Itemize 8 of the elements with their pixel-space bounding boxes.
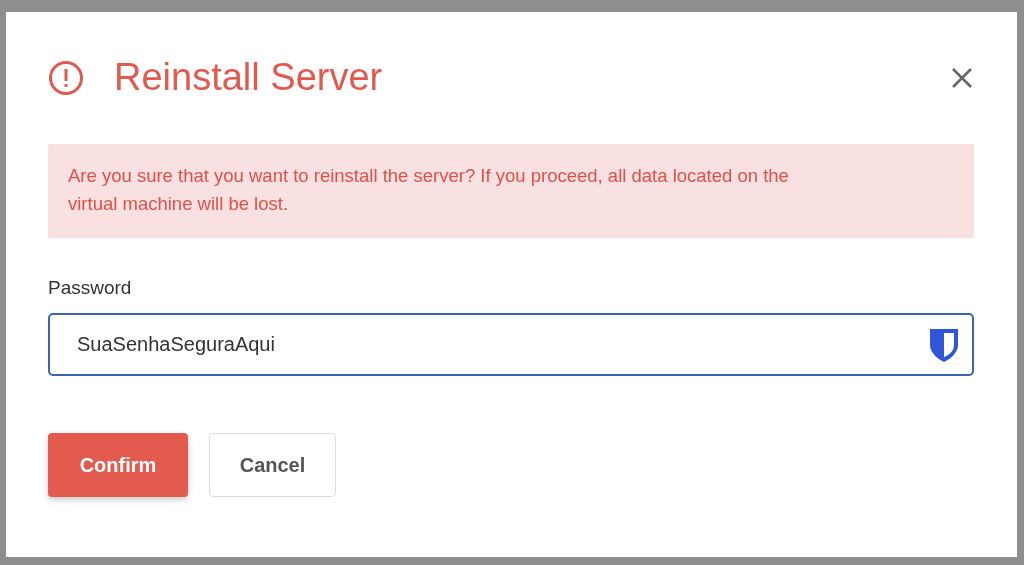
password-field[interactable]: SuaSenhaSeguraAqui (48, 312, 974, 376)
password-label: Password (48, 276, 133, 300)
modal-title: Reinstall Server (114, 55, 383, 101)
cancel-button[interactable]: Cancel (209, 432, 336, 497)
confirm-button[interactable]: Confirm (48, 432, 188, 497)
warning-alert: Are you sure that you want to reinstall the server? If you proceed, all data located on the virtual machine will be lost. (48, 144, 974, 238)
alert-icon (48, 60, 84, 96)
shield-icon[interactable] (928, 326, 960, 363)
